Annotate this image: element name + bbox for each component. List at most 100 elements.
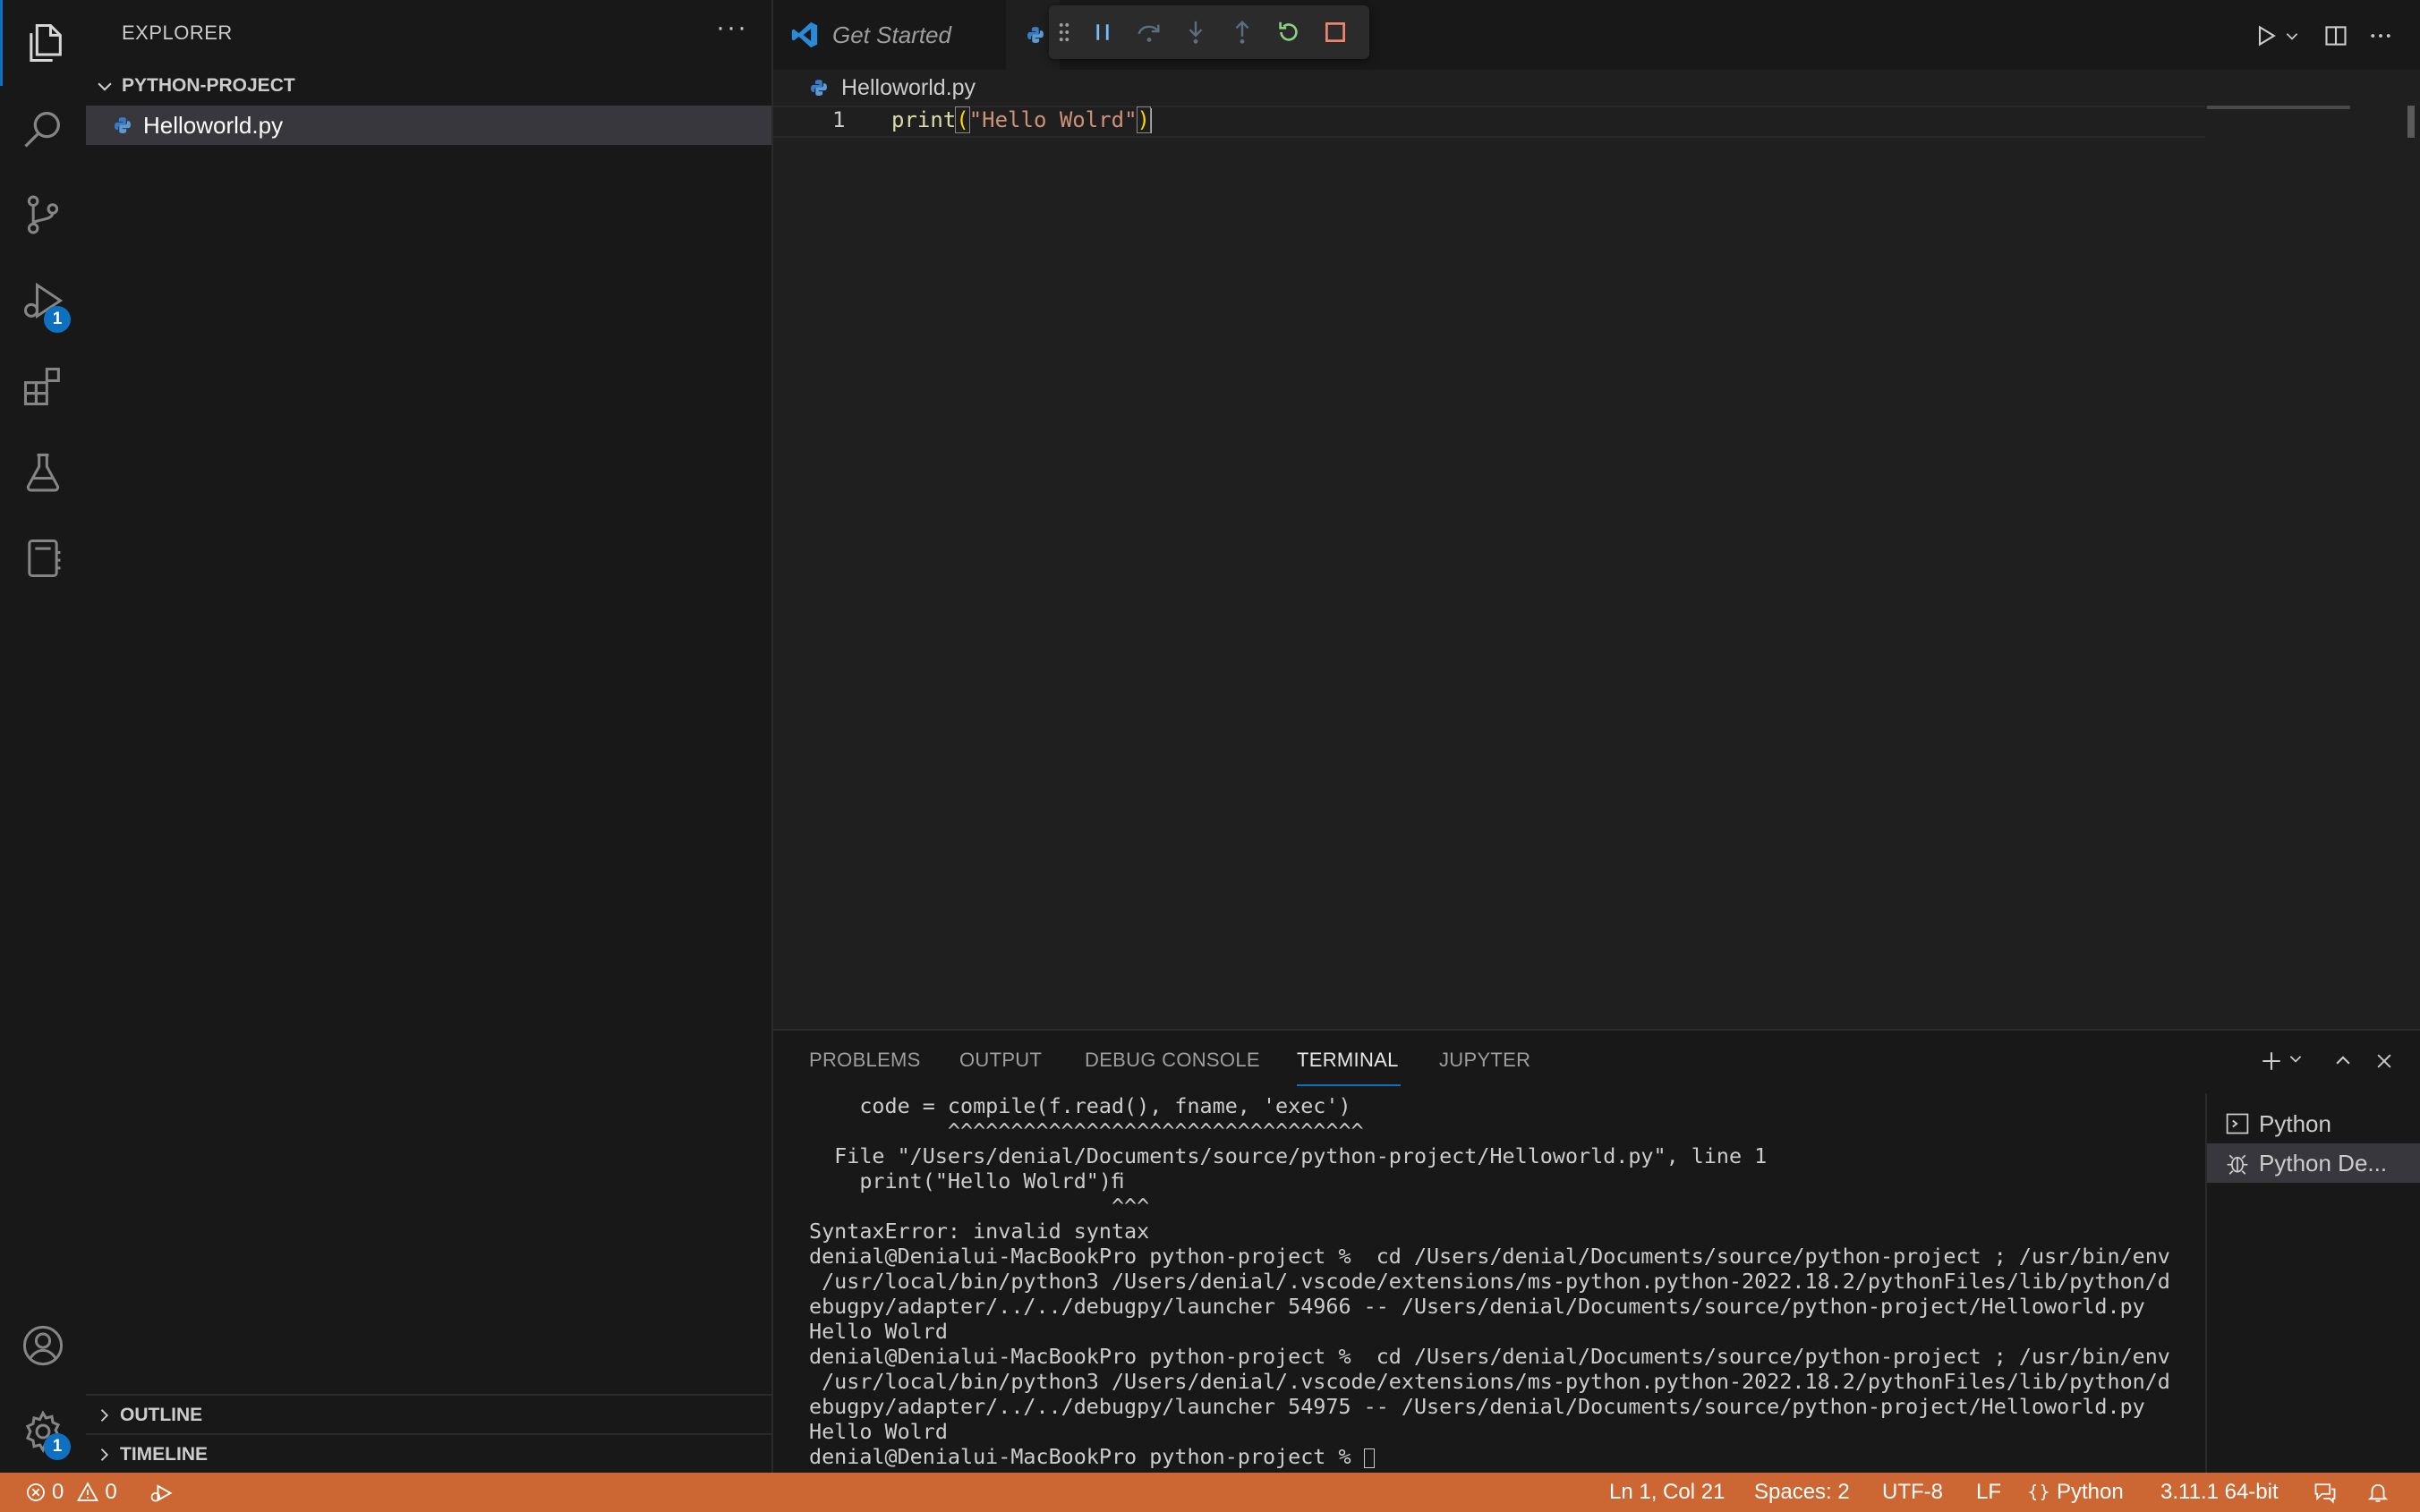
error-icon <box>27 1483 45 1501</box>
code-line-1[interactable]: print("Hello Wolrd") <box>891 106 1152 133</box>
activity-bar: 1 1 <box>0 0 86 1473</box>
code-string: "Hello Wolrd" <box>968 107 1138 132</box>
active-tab-indicator <box>1297 1084 1401 1086</box>
step-out-button[interactable] <box>1219 5 1265 59</box>
feedback-icon <box>2314 1483 2336 1504</box>
notifications-button[interactable] <box>2366 1473 2390 1512</box>
source-control-icon[interactable] <box>0 172 86 258</box>
terminal-output[interactable]: code = compile(f.read(), fname, 'exec') … <box>809 1093 2170 1469</box>
indentation[interactable]: Spaces: 2 <box>1754 1473 1850 1512</box>
cursor-position[interactable]: Ln 1, Col 21 <box>1609 1473 1725 1512</box>
code-editor[interactable]: 1 print("Hello Wolrd") <box>773 106 2420 1029</box>
tab-get-started[interactable]: Get Started <box>773 0 1007 70</box>
breadcrumb: Helloworld.py <box>773 70 2420 106</box>
editor-tab-bar: Get Started <box>773 0 2420 70</box>
gripper-icon <box>1059 22 1069 42</box>
extensions-icon[interactable] <box>0 344 86 429</box>
restart-button[interactable] <box>1265 5 1312 59</box>
play-icon <box>2258 25 2276 47</box>
step-over-button[interactable] <box>1126 5 1172 59</box>
terminal-dropdown[interactable] <box>2288 1050 2309 1072</box>
notebook-icon[interactable] <box>0 515 86 601</box>
python-file-icon <box>115 117 131 133</box>
file-helloworld[interactable]: Helloworld.py <box>86 106 771 145</box>
editor-more-actions-button[interactable] <box>2363 18 2399 54</box>
search-icon[interactable] <box>0 86 86 172</box>
terminal-line: denial@Denialui-MacBookPro python-projec… <box>809 1444 2080 1469</box>
chevron-down-icon <box>2286 33 2298 40</box>
maximize-panel-button[interactable] <box>2327 1045 2359 1077</box>
explorer-icon[interactable] <box>0 0 86 86</box>
run-options-dropdown[interactable] <box>2284 21 2305 50</box>
step-over-icon <box>1138 24 1160 42</box>
tab-problems[interactable]: PROBLEMS <box>809 1049 921 1072</box>
terminal-line: File "/Users/denial/Documents/source/pyt… <box>809 1143 1768 1168</box>
split-editor-button[interactable] <box>2318 18 2354 54</box>
python-interpreter[interactable]: 3.11.1 64-bit <box>2160 1473 2279 1512</box>
chevron-up-icon <box>2336 1056 2350 1065</box>
outline-section[interactable]: OUTLINE <box>86 1394 771 1435</box>
plus-icon <box>2262 1052 2280 1070</box>
tab-output[interactable]: OUTPUT <box>959 1049 1042 1072</box>
tab-get-started-label: Get Started <box>832 21 951 48</box>
feedback-button[interactable] <box>2313 1473 2338 1512</box>
stop-icon <box>1325 22 1345 42</box>
language-label: Python <box>2057 1480 2124 1504</box>
more-actions-button[interactable]: ··· <box>716 13 748 43</box>
terminal-line: print("Hello Wolrd")ﬁ <box>809 1168 1125 1193</box>
close-icon <box>2377 1054 2391 1068</box>
tab-terminal[interactable]: TERMINAL <box>1297 1049 1399 1072</box>
terminal-item-label: Python De... <box>2259 1149 2388 1176</box>
drag-handle[interactable] <box>1049 5 1079 59</box>
restart-icon <box>1279 21 1298 41</box>
status-bar: 0 0 Ln 1, Col 21 Spaces: 2 UTF-8 LF Pyth… <box>0 1473 2420 1512</box>
debug-status[interactable] <box>149 1473 174 1512</box>
run-python-file-button[interactable] <box>2248 18 2284 54</box>
terminal-line: SyntaxError: invalid syntax <box>809 1219 1150 1244</box>
explorer-sidebar: EXPLORER ··· PYTHON-PROJECT Helloworld.p… <box>86 0 773 1473</box>
timeline-section[interactable]: TIMELINE <box>86 1433 771 1474</box>
testing-icon[interactable] <box>0 429 86 515</box>
terminal-line: Hello Wolrd <box>809 1419 948 1444</box>
sidebar-title: EXPLORER <box>122 21 233 44</box>
folder-python-project[interactable]: PYTHON-PROJECT <box>86 70 771 102</box>
encoding[interactable]: UTF-8 <box>1882 1473 1943 1512</box>
new-terminal-button[interactable] <box>2255 1045 2288 1077</box>
debug-bug-icon <box>2227 1154 2248 1175</box>
split-editor-icon <box>2325 26 2347 46</box>
minimap[interactable] <box>2207 106 2350 109</box>
settings-gear-icon[interactable]: 1 <box>0 1389 86 1474</box>
terminal-icon <box>2226 1113 2249 1134</box>
chevron-down-icon <box>98 82 112 91</box>
tab-jupyter[interactable]: JUPYTER <box>1439 1049 1530 1072</box>
step-into-icon <box>1189 21 1203 44</box>
code-function: print <box>891 107 957 132</box>
step-into-button[interactable] <box>1172 5 1219 59</box>
tab-debug-console[interactable]: DEBUG CONSOLE <box>1085 1049 1260 1072</box>
pause-button[interactable] <box>1079 5 1126 59</box>
step-out-icon <box>1235 21 1249 44</box>
close-panel-button[interactable] <box>2368 1045 2400 1077</box>
stop-button[interactable] <box>1312 5 1359 59</box>
warning-count: 0 <box>105 1480 117 1504</box>
terminal-line: denial@Denialui-MacBookPro python-projec… <box>809 1344 2170 1369</box>
vscode-logo-icon <box>791 21 818 48</box>
terminal-item-python[interactable]: Python <box>2207 1104 2420 1143</box>
breadcrumb-file[interactable]: Helloworld.py <box>841 75 976 101</box>
terminal-line: Hello Wolrd <box>809 1319 948 1344</box>
timeline-label: TIMELINE <box>120 1444 208 1465</box>
account-icon[interactable] <box>0 1303 86 1389</box>
line-number: 1 <box>832 107 846 132</box>
language-mode[interactable]: Python <box>2028 1473 2124 1512</box>
problems-status[interactable]: 0 0 <box>25 1473 117 1512</box>
run-debug-icon[interactable]: 1 <box>0 258 86 344</box>
terminal-line: ebugpy/adapter/../../debugpy/launcher 54… <box>809 1294 2145 1319</box>
end-of-line[interactable]: LF <box>1976 1473 2001 1512</box>
editor-scrollbar[interactable] <box>2404 106 2420 1029</box>
terminal-line: /usr/local/bin/python3 /Users/denial/.vs… <box>809 1369 2170 1394</box>
terminal-cursor <box>1363 1448 1375 1468</box>
bottom-panel: PROBLEMS OUTPUT DEBUG CONSOLE TERMINAL J… <box>773 1029 2420 1473</box>
bell-icon <box>2367 1483 2389 1502</box>
terminal-item-python-debug[interactable]: Python De... <box>2207 1143 2420 1183</box>
terminal-line: ^^^ <box>809 1193 1150 1219</box>
